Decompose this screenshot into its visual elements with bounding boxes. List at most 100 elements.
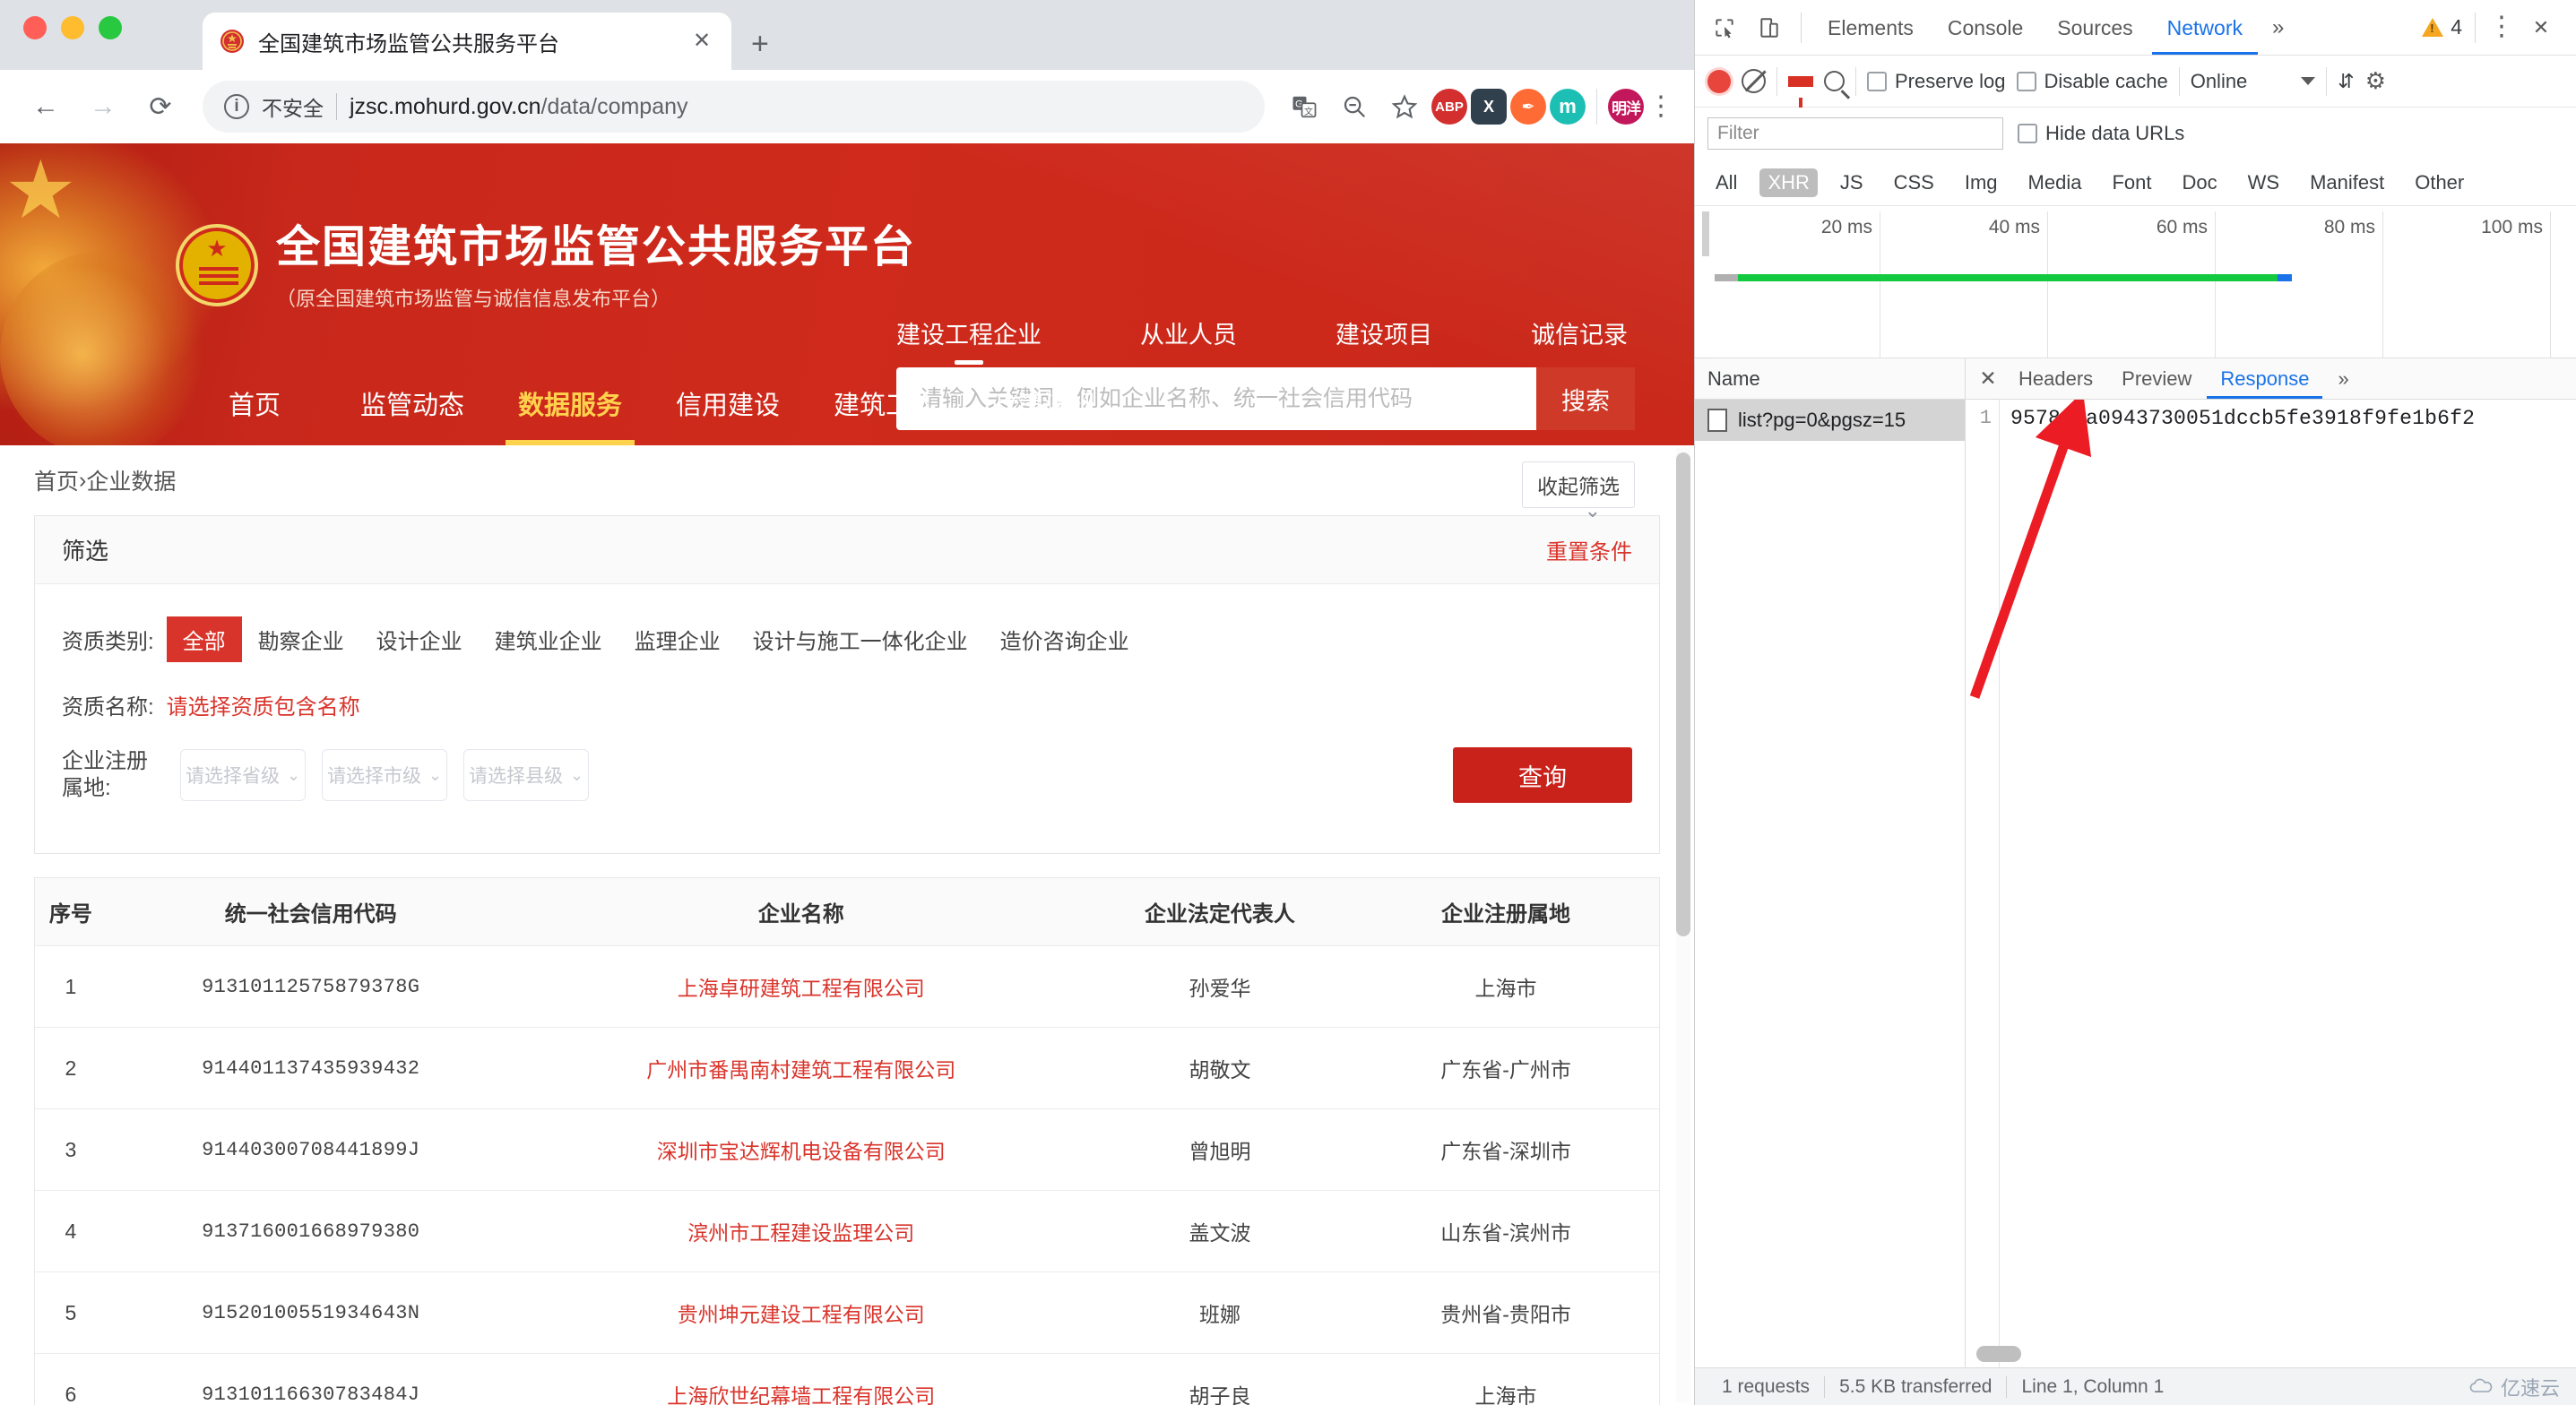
query-button[interactable]: 查询 bbox=[1453, 747, 1632, 803]
tab-network[interactable]: Network bbox=[2151, 1, 2258, 55]
qual-type-cost-consulting[interactable]: 造价咨询企业 bbox=[984, 616, 1145, 662]
avatar[interactable]: 明洋 bbox=[1608, 89, 1644, 125]
cell-company-name[interactable]: 贵州坤元建设工程有限公司 bbox=[514, 1271, 1087, 1354]
detail-tab-response[interactable]: Response bbox=[2207, 358, 2323, 399]
cell-company-name[interactable]: 上海欣世纪幕墙工程有限公司 bbox=[514, 1353, 1087, 1405]
zoom-out-icon[interactable] bbox=[1331, 83, 1378, 130]
collapse-filter-button[interactable]: 收起筛选 bbox=[1522, 461, 1635, 508]
forward-button[interactable]: → bbox=[77, 81, 129, 133]
city-select[interactable]: 请选择市级 ⌄ bbox=[322, 749, 447, 801]
warning-badge[interactable]: 4 bbox=[2422, 15, 2462, 39]
county-select[interactable]: 请选择县级 ⌄ bbox=[463, 749, 589, 801]
import-har-icon[interactable]: ⇵ bbox=[2338, 70, 2354, 93]
site-info-icon[interactable]: i bbox=[224, 94, 249, 119]
browser-tab[interactable]: 全国建筑市场监管公共服务平台 ✕ bbox=[203, 13, 731, 70]
reload-button[interactable]: ⟳ bbox=[134, 81, 186, 133]
address-bar[interactable]: i 不安全 jzsc.mohurd.gov.cn/data/company bbox=[203, 81, 1265, 133]
qual-type-all[interactable]: 全部 bbox=[166, 616, 242, 662]
extension-pen-icon[interactable]: ✒ bbox=[1510, 89, 1546, 125]
cell-company-name[interactable]: 广州市番禺南村建筑工程有限公司 bbox=[514, 1027, 1087, 1109]
page-scrollbar-thumb[interactable] bbox=[1676, 453, 1690, 936]
detail-tab-headers[interactable]: Headers bbox=[2005, 358, 2106, 399]
type-filter-manifest[interactable]: Manifest bbox=[2302, 168, 2392, 197]
star-icon[interactable] bbox=[1381, 83, 1428, 130]
disable-cache-checkbox[interactable] bbox=[2016, 71, 2036, 91]
kebab-menu-icon[interactable]: ⋮ bbox=[1647, 93, 1674, 119]
nav-item-construction-workers[interactable]: 建筑工人 bbox=[807, 366, 964, 445]
maximize-window-button[interactable] bbox=[99, 16, 122, 39]
disable-cache-option[interactable]: Disable cache bbox=[2016, 70, 2168, 93]
throttling-select[interactable]: Online bbox=[2191, 70, 2248, 93]
hide-data-urls-option[interactable]: Hide data URLs bbox=[2018, 122, 2184, 145]
search-icon[interactable] bbox=[1824, 71, 1845, 91]
nav-item-data-services[interactable]: 数据服务 bbox=[491, 366, 649, 445]
extension-x-icon[interactable]: X bbox=[1471, 89, 1507, 125]
type-filter-xhr[interactable]: XHR bbox=[1759, 168, 1818, 197]
type-filter-other[interactable]: Other bbox=[2407, 168, 2472, 197]
preserve-log-option[interactable]: Preserve log bbox=[1867, 70, 2006, 93]
tab-sources[interactable]: Sources bbox=[2042, 1, 2148, 55]
device-toolbar-icon[interactable] bbox=[1749, 7, 1790, 48]
breadcrumb-home[interactable]: 首页 bbox=[34, 464, 79, 496]
topnav-item-projects[interactable]: 建设项目 bbox=[1336, 315, 1432, 350]
close-detail-icon[interactable]: ✕ bbox=[1973, 366, 2003, 391]
detail-tab-preview[interactable]: Preview bbox=[2108, 358, 2205, 399]
type-filter-media[interactable]: Media bbox=[2020, 168, 2090, 197]
cell-company-name[interactable]: 深圳市宝达辉机电设备有限公司 bbox=[514, 1108, 1087, 1191]
type-filter-ws[interactable]: WS bbox=[2240, 168, 2287, 197]
cell-company-name[interactable]: 上海卓研建筑工程有限公司 bbox=[514, 945, 1087, 1028]
back-button[interactable]: ← bbox=[20, 81, 72, 133]
preserve-log-checkbox[interactable] bbox=[1867, 71, 1887, 91]
clear-network-log-icon[interactable] bbox=[1742, 69, 1766, 93]
cell-company-name[interactable]: 滨州市工程建设监理公司 bbox=[514, 1190, 1087, 1272]
response-horizontal-scrollbar[interactable] bbox=[1966, 1346, 2576, 1362]
qual-type-construction[interactable]: 建筑业企业 bbox=[479, 616, 618, 662]
close-window-button[interactable] bbox=[23, 16, 47, 39]
inspect-element-icon[interactable] bbox=[1704, 7, 1745, 48]
qual-type-design-build[interactable]: 设计与施工一体化企业 bbox=[737, 616, 984, 662]
type-filter-all[interactable]: All bbox=[1707, 168, 1745, 197]
qual-type-survey[interactable]: 勘察企业 bbox=[242, 616, 360, 662]
request-row[interactable]: list?pg=0&pgsz=15 bbox=[1695, 400, 1965, 441]
table-row[interactable]: 2 914401137435939432 广州市番禺南村建筑工程有限公司 胡敬文… bbox=[35, 1027, 1659, 1109]
network-overview-timeline[interactable]: 20 ms 40 ms 60 ms 80 ms 100 ms bbox=[1695, 206, 2576, 358]
nav-item-home[interactable]: 首页 bbox=[176, 366, 333, 445]
province-select[interactable]: 请选择省级 ⌄ bbox=[180, 749, 306, 801]
response-scrollbar-thumb[interactable] bbox=[1976, 1346, 2021, 1362]
nav-item-supervision-news[interactable]: 监管动态 bbox=[333, 366, 491, 445]
more-tabs-icon[interactable]: » bbox=[2261, 15, 2295, 40]
minimize-window-button[interactable] bbox=[61, 16, 84, 39]
gear-icon[interactable]: ⚙ bbox=[2365, 67, 2386, 95]
filter-input[interactable]: Filter bbox=[1707, 117, 2003, 150]
extension-m-icon[interactable]: m bbox=[1550, 89, 1586, 125]
type-filter-font[interactable]: Font bbox=[2104, 168, 2159, 197]
extension-adblock-plus-icon[interactable]: ABP bbox=[1431, 89, 1467, 125]
close-devtools-icon[interactable]: ✕ bbox=[2520, 7, 2562, 48]
table-row[interactable]: 5 91520100551934643N 贵州坤元建设工程有限公司 班娜 贵州省… bbox=[35, 1271, 1659, 1354]
qual-type-design[interactable]: 设计企业 bbox=[360, 616, 479, 662]
qual-type-supervision[interactable]: 监理企业 bbox=[618, 616, 737, 662]
requests-list-header[interactable]: Name bbox=[1695, 358, 1965, 400]
translate-icon[interactable]: G 文 bbox=[1281, 83, 1327, 130]
close-tab-icon[interactable]: ✕ bbox=[688, 30, 715, 52]
type-filter-img[interactable]: Img bbox=[1957, 168, 2006, 197]
table-row[interactable]: 6 91310116630783484J 上海欣世纪幕墙工程有限公司 胡子良 上… bbox=[35, 1353, 1659, 1405]
tab-elements[interactable]: Elements bbox=[1812, 1, 1929, 55]
table-row[interactable]: 3 91440300708441899J 深圳市宝达辉机电设备有限公司 曾旭明 … bbox=[35, 1108, 1659, 1191]
hide-data-urls-checkbox[interactable] bbox=[2018, 124, 2037, 143]
filter-funnel-icon[interactable] bbox=[1788, 75, 1813, 108]
chevron-down-icon[interactable] bbox=[2301, 77, 2316, 85]
select-qualification-name-link[interactable]: 请选择资质包含名称 bbox=[167, 689, 360, 720]
nav-item-policies-regulations[interactable]: 政策法规 bbox=[964, 366, 1122, 445]
tab-console[interactable]: Console bbox=[1932, 1, 2038, 55]
type-filter-js[interactable]: JS bbox=[1832, 168, 1871, 197]
response-body[interactable]: 1 95780ba0943730051dccb5fe3918f9fe1b6f2 bbox=[1966, 400, 2576, 1367]
topnav-item-credit-records[interactable]: 诚信记录 bbox=[1531, 315, 1628, 350]
topnav-item-practitioners[interactable]: 从业人员 bbox=[1140, 315, 1237, 350]
table-row[interactable]: 1 91310112575879378G 上海卓研建筑工程有限公司 孙爱华 上海… bbox=[35, 945, 1659, 1028]
nav-item-credit-construction[interactable]: 信用建设 bbox=[649, 366, 807, 445]
type-filter-doc[interactable]: Doc bbox=[2174, 168, 2225, 197]
table-row[interactable]: 4 913716001668979380 滨州市工程建设监理公司 盖文波 山东省… bbox=[35, 1190, 1659, 1272]
type-filter-css[interactable]: CSS bbox=[1886, 168, 1942, 197]
record-button-icon[interactable] bbox=[1707, 69, 1731, 93]
